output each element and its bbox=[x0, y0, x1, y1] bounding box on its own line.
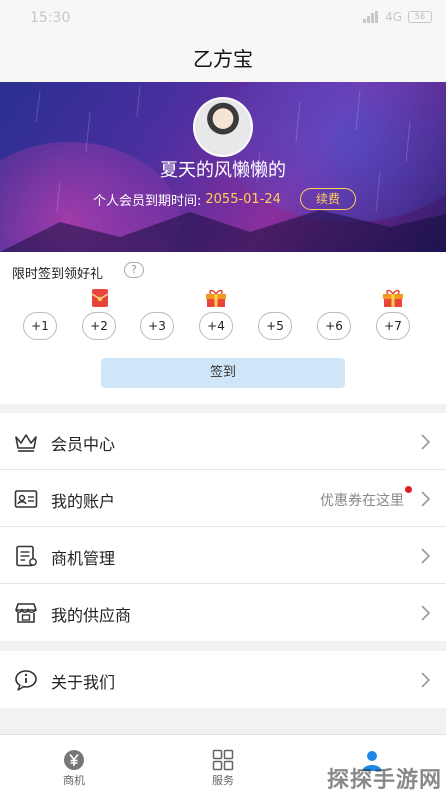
battery-icon: 56 bbox=[408, 11, 432, 23]
menu-group: 会员中心 我的账户 优惠券在这里 商机管理 我的供应商 bbox=[0, 413, 446, 641]
signin-day-2[interactable]: +2 bbox=[82, 312, 116, 340]
menu-item-member-center[interactable]: 会员中心 bbox=[0, 413, 446, 470]
watermark: 探探手游网 bbox=[326, 768, 442, 793]
signin-day-7[interactable]: +7 bbox=[376, 312, 410, 340]
menu-item-label: 我的供应商 bbox=[51, 606, 132, 625]
chevron-right-icon bbox=[421, 548, 431, 564]
membership-expiry: 个人会员到期时间: 2055-01-24 bbox=[93, 188, 281, 210]
red-envelope-icon bbox=[91, 289, 109, 307]
signin-day-5[interactable]: +5 bbox=[258, 312, 292, 340]
signin-day-6[interactable]: +6 bbox=[317, 312, 351, 340]
profile-name: 夏天的风懒懒的 bbox=[160, 160, 286, 181]
status-time: 15:30 bbox=[30, 10, 71, 26]
info-bubble-icon bbox=[15, 670, 37, 691]
yen-icon bbox=[64, 750, 84, 770]
tab-opportunities[interactable]: 商机 bbox=[0, 735, 148, 796]
tab-label: 服务 bbox=[212, 774, 234, 787]
document-icon bbox=[16, 545, 37, 567]
signin-card: 限时签到领好礼 ? +1 +2 +3 +4 +5 +6 +7 签到 bbox=[0, 252, 446, 404]
menu-item-about-us[interactable]: 关于我们 bbox=[0, 651, 446, 708]
tab-label: 商机 bbox=[63, 774, 85, 787]
renew-button[interactable]: 续费 bbox=[300, 188, 356, 210]
gift-box-icon bbox=[206, 289, 226, 307]
notification-dot bbox=[405, 486, 412, 493]
menu-item-label: 会员中心 bbox=[51, 435, 116, 454]
signin-day-1[interactable]: +1 bbox=[23, 312, 57, 340]
menu-item-my-suppliers[interactable]: 我的供应商 bbox=[0, 584, 446, 641]
help-icon[interactable]: ? bbox=[124, 262, 144, 278]
coupon-hint: 优惠券在这里 bbox=[320, 493, 404, 509]
id-card-icon bbox=[14, 490, 38, 508]
menu-item-label: 关于我们 bbox=[51, 673, 116, 692]
menu-item-opportunity-management[interactable]: 商机管理 bbox=[0, 527, 446, 584]
signin-title: 限时签到领好礼 bbox=[12, 267, 104, 282]
chevron-right-icon bbox=[421, 672, 431, 688]
chevron-right-icon bbox=[421, 434, 431, 450]
tab-services[interactable]: 服务 bbox=[149, 735, 297, 796]
crown-icon bbox=[15, 434, 37, 452]
grid-icon bbox=[212, 749, 234, 771]
expire-date: 2055-01-24 bbox=[205, 191, 281, 207]
avatar[interactable] bbox=[193, 97, 253, 157]
chevron-right-icon bbox=[421, 605, 431, 621]
signin-day-4[interactable]: +4 bbox=[199, 312, 233, 340]
menu-item-my-account[interactable]: 我的账户 优惠券在这里 bbox=[0, 470, 446, 527]
gift-box-icon bbox=[383, 289, 403, 307]
menu-group: 关于我们 bbox=[0, 651, 446, 708]
page-title: 乙方宝 bbox=[0, 36, 446, 82]
signin-button[interactable]: 签到 bbox=[101, 358, 345, 388]
network-type: 4G bbox=[385, 10, 402, 24]
menu-item-label: 我的账户 bbox=[51, 492, 116, 511]
signin-day-3[interactable]: +3 bbox=[140, 312, 174, 340]
status-bar: 15:30 4G 56 bbox=[0, 0, 446, 36]
signal-icon bbox=[363, 11, 379, 23]
menu-item-label: 商机管理 bbox=[51, 549, 116, 568]
chevron-right-icon bbox=[421, 491, 431, 507]
status-icons: 4G 56 bbox=[363, 10, 432, 24]
expire-label: 个人会员到期时间: bbox=[93, 193, 202, 209]
store-icon bbox=[15, 603, 37, 623]
